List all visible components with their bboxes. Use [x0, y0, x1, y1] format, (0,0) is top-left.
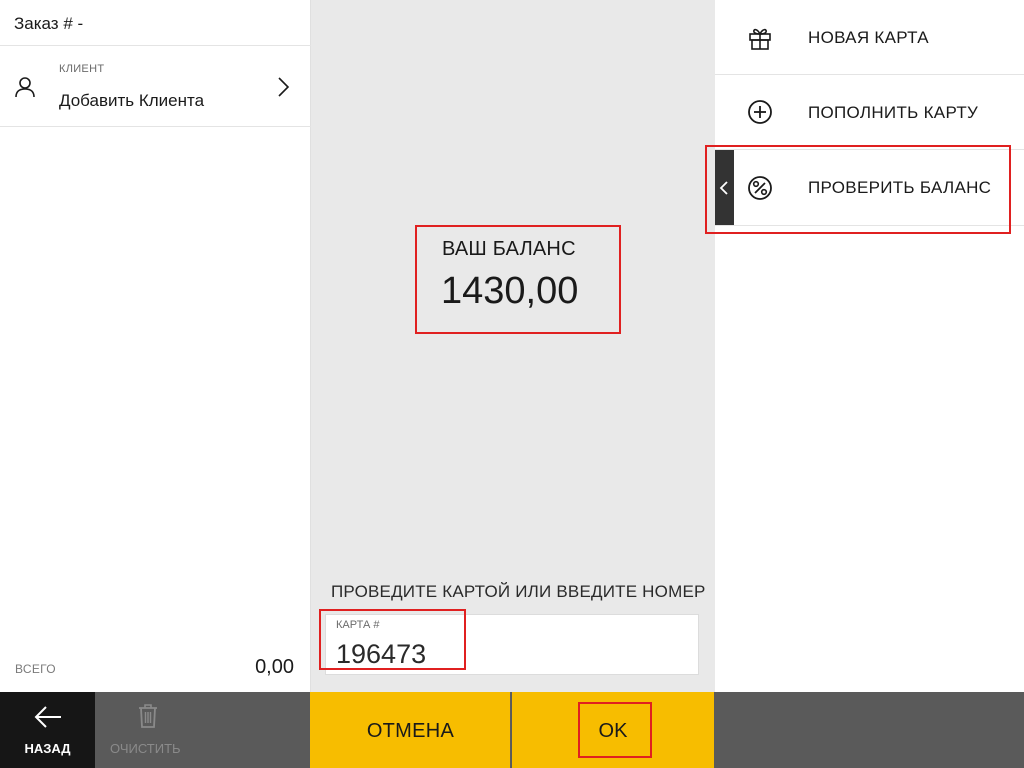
balance-value: 1430,00: [441, 270, 579, 312]
cancel-label: ОТМЕНА: [366, 720, 455, 742]
client-label: КЛИЕНТ: [59, 63, 105, 75]
back-label: НАЗАД: [24, 741, 71, 756]
card-number-input[interactable]: [336, 639, 636, 670]
menu-item-label: ПОПОЛНИТЬ КАРТУ: [808, 103, 979, 122]
clear-label: ОЧИСТИТЬ: [110, 741, 181, 756]
trash-icon: [139, 704, 157, 728]
menu-item-check-balance[interactable]: ПРОВЕРИТЬ БАЛАНС: [715, 150, 1024, 225]
plus-circle-icon: [748, 100, 772, 124]
menu-item-label: НОВАЯ КАРТА: [808, 28, 929, 47]
total-label: ВСЕГО: [15, 662, 56, 676]
card-hint: ПРОВЕДИТЕ КАРТОЙ ИЛИ ВВЕДИТЕ НОМЕР: [331, 582, 706, 601]
ok-label: OK: [598, 720, 628, 742]
card-actions-menu: НОВАЯ КАРТА ПОПОЛНИТЬ КАРТУ ПРОВЕРИТЬ БА…: [715, 0, 1024, 692]
back-button[interactable]: НАЗАД: [0, 692, 95, 768]
user-icon: [15, 77, 35, 98]
balance-panel: ВАШ БАЛАНС 1430,00 ПРОВЕДИТЕ КАРТОЙ ИЛИ …: [311, 0, 715, 692]
card-number-label: КАРТА #: [336, 619, 380, 631]
arrow-left-icon: [34, 706, 61, 728]
total-value: 0,00: [255, 656, 294, 678]
add-client-row[interactable]: КЛИЕНТ Добавить Клиента: [0, 46, 311, 127]
divider: [0, 126, 311, 127]
gift-icon: [749, 28, 771, 50]
menu-item-top-up-card[interactable]: ПОПОЛНИТЬ КАРТУ: [715, 75, 1024, 150]
card-number-field[interactable]: КАРТА #: [325, 614, 699, 675]
percent-circle-icon: [748, 176, 772, 200]
menu-item-label: ПРОВЕРИТЬ БАЛАНС: [808, 178, 992, 197]
balance-label: ВАШ БАЛАНС: [442, 238, 576, 260]
chevron-right-icon: [278, 77, 290, 97]
bottom-bar: НАЗАД ОЧИСТИТЬ ОТМЕНА OK: [0, 692, 1024, 768]
order-panel: Заказ # - КЛИЕНТ Добавить Клиента ВСЕГО …: [0, 0, 311, 692]
divider: [715, 225, 1024, 226]
order-title: Заказ # -: [14, 14, 84, 33]
clear-button[interactable]: ОЧИСТИТЬ: [95, 692, 310, 768]
ok-button[interactable]: OK: [512, 692, 714, 768]
chevron-left-icon: [719, 181, 728, 195]
add-client-text: Добавить Клиента: [59, 91, 205, 110]
menu-item-new-card[interactable]: НОВАЯ КАРТА: [715, 0, 1024, 75]
cancel-button[interactable]: ОТМЕНА: [310, 692, 511, 768]
